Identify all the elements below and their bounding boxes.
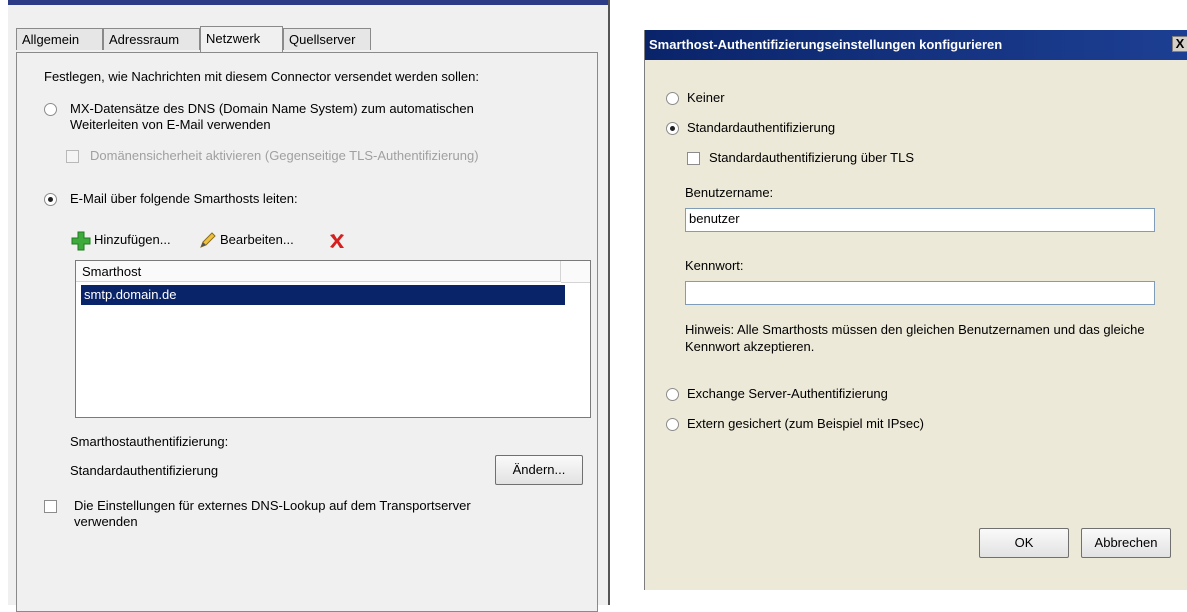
dialog-titlebar: Smarthost-Authentifizierungseinstellunge… xyxy=(645,30,1187,60)
dialog-title: Smarthost-Authentifizierungseinstellunge… xyxy=(649,37,1003,52)
tab-adressraum[interactable]: Adressraum xyxy=(103,28,200,50)
password-label: Kennwort: xyxy=(685,258,744,273)
auth-exchange-label: Exchange Server-Authentifizierung xyxy=(687,386,888,401)
basic-tls-label: Standardauthentifizierung über TLS xyxy=(709,150,915,165)
cancel-button[interactable]: Abbrechen xyxy=(1081,528,1171,558)
auth-value: Standardauthentifizierung xyxy=(70,463,219,478)
auth-basic-radio[interactable] xyxy=(666,122,679,135)
smarthost-label: E-Mail über folgende Smarthosts leiten: xyxy=(70,191,298,206)
add-icon[interactable] xyxy=(70,230,92,252)
tab-allgemein[interactable]: Allgemein xyxy=(16,28,103,50)
close-icon: X xyxy=(1175,36,1185,51)
connector-properties-panel: Allgemein Adressraum Netzwerk Quellserve… xyxy=(8,0,610,612)
smarthost-list[interactable]: Smarthost smtp.domain.de xyxy=(75,260,591,418)
auth-label: Smarthostauthentifizierung: xyxy=(70,434,229,449)
external-dns-checkbox[interactable] xyxy=(44,500,57,513)
mx-records-radio[interactable] xyxy=(44,103,57,116)
password-input[interactable] xyxy=(685,281,1155,305)
auth-basic-label: Standardauthentifizierung xyxy=(687,120,836,135)
auth-none-radio[interactable] xyxy=(666,92,679,105)
edit-button-label[interactable]: Bearbeiten... xyxy=(220,232,294,247)
domain-security-checkbox[interactable] xyxy=(66,150,79,163)
mx-records-label-line1: MX-Datensätze des DNS (Domain Name Syste… xyxy=(70,101,474,116)
auth-external-radio[interactable] xyxy=(666,418,679,431)
domain-security-label: Domänensicherheit aktivieren (Gegenseiti… xyxy=(90,148,479,163)
close-button[interactable]: X xyxy=(1172,36,1187,52)
change-auth-button[interactable]: Ändern... xyxy=(495,455,583,485)
smarthost-radio[interactable] xyxy=(44,193,57,206)
smarthost-column-header[interactable]: Smarthost xyxy=(76,261,561,282)
table-row[interactable]: smtp.domain.de xyxy=(81,285,565,305)
username-label: Benutzername: xyxy=(685,185,774,200)
auth-none-label: Keiner xyxy=(687,90,725,105)
hint-text-line2: Kennwort akzeptieren. xyxy=(685,339,815,354)
window-top-border xyxy=(8,0,608,5)
external-dns-label-line1: Die Einstellungen für externes DNS-Looku… xyxy=(74,498,471,513)
delete-icon[interactable] xyxy=(327,231,347,251)
hint-text-line1: Hinweis: Alle Smarthosts müssen den glei… xyxy=(685,322,1145,337)
add-button-label[interactable]: Hinzufügen... xyxy=(94,232,171,247)
username-input[interactable]: benutzer xyxy=(685,208,1155,232)
basic-tls-checkbox[interactable] xyxy=(687,152,700,165)
auth-exchange-radio[interactable] xyxy=(666,388,679,401)
edit-pencil-icon[interactable] xyxy=(198,230,218,250)
ok-button[interactable]: OK xyxy=(979,528,1069,558)
smarthost-auth-dialog: Smarthost-Authentifizierungseinstellunge… xyxy=(644,30,1187,590)
mx-records-label-line2: Weiterleiten von E-Mail verwenden xyxy=(70,117,271,132)
auth-external-label: Extern gesichert (zum Beispiel mit IPsec… xyxy=(687,416,924,431)
tab-quellserver[interactable]: Quellserver xyxy=(283,28,371,50)
intro-text: Festlegen, wie Nachrichten mit diesem Co… xyxy=(44,69,479,84)
column-header-filler xyxy=(561,261,590,283)
tab-netzwerk[interactable]: Netzwerk xyxy=(200,26,283,52)
external-dns-label-line2: verwenden xyxy=(74,514,138,529)
